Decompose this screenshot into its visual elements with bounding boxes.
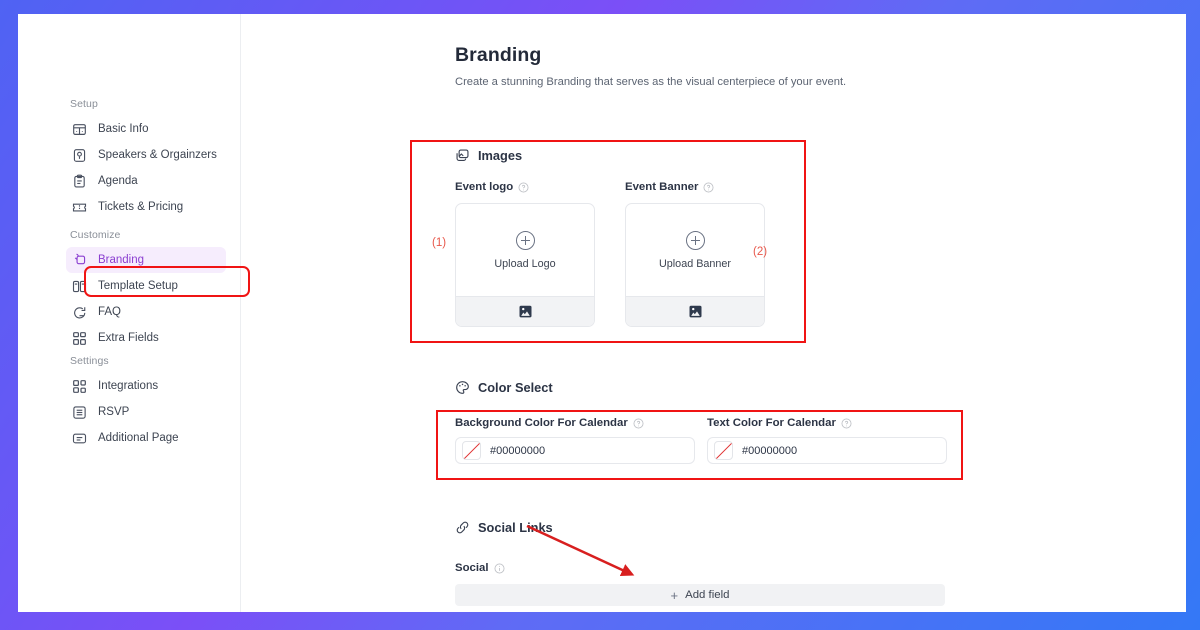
upload-logo-text: Upload Logo — [494, 257, 556, 270]
transparent-swatch-icon[interactable] — [714, 441, 733, 460]
sidebar-group-label-customize: Customize — [70, 229, 121, 241]
color-select-title: Color Select — [478, 380, 553, 395]
ticket-icon — [72, 200, 87, 215]
social-field-label-row: Social — [455, 562, 945, 574]
picture-icon — [689, 305, 701, 318]
text-color-value: #00000000 — [742, 444, 798, 457]
event-logo-group: Event logo Upload Logo — [455, 181, 595, 327]
sidebar-item-integrations[interactable]: Integrations — [66, 373, 226, 399]
background-color-group: Background Color For Calendar #00000000 — [455, 417, 695, 464]
event-banner-label: Event Banner — [625, 181, 699, 193]
background-color-label-row: Background Color For Calendar — [455, 417, 695, 429]
event-banner-label-row: Event Banner — [625, 181, 765, 193]
sidebar-item-label: Speakers & Orgainzers — [98, 149, 217, 161]
help-circle-icon[interactable] — [633, 418, 644, 429]
microphone-box-icon — [72, 148, 87, 163]
help-circle-icon[interactable] — [703, 182, 714, 193]
sidebar-item-label: Template Setup — [98, 280, 178, 292]
app-window: Setup Basic Info Speakers & Orgainzers A… — [18, 14, 1186, 612]
sidebar-item-label: Integrations — [98, 380, 159, 392]
social-links-section: Social Links Social + Add field — [455, 520, 945, 606]
list-box-icon — [72, 405, 87, 420]
background-color-value: #00000000 — [490, 444, 546, 457]
sidebar-group-label-setup: Setup — [70, 98, 98, 110]
sidebar-item-label: FAQ — [98, 306, 122, 318]
additional-page-icon — [72, 431, 87, 446]
text-color-group: Text Color For Calendar #00000000 — [707, 417, 947, 464]
help-circle-icon[interactable] — [518, 182, 529, 193]
sidebar-item-additional-page[interactable]: Additional Page — [66, 425, 226, 451]
event-logo-picker-button[interactable] — [456, 296, 594, 326]
sidebar-item-template-setup[interactable]: Template Setup — [66, 273, 226, 299]
sidebar-item-faq[interactable]: FAQ — [66, 299, 226, 325]
color-fields-row: Background Color For Calendar #00000000 — [455, 417, 947, 464]
clipboard-icon — [72, 174, 87, 189]
screenshot-frame: Setup Basic Info Speakers & Orgainzers A… — [0, 0, 1200, 630]
event-logo-label-row: Event logo — [455, 181, 595, 193]
plus-circle-icon — [515, 230, 535, 250]
template-icon — [72, 279, 87, 294]
extra-fields-icon — [72, 331, 87, 346]
sidebar-item-label: Agenda — [98, 175, 138, 187]
sidebar: Setup Basic Info Speakers & Orgainzers A… — [18, 14, 241, 612]
branding-tag-icon — [72, 253, 87, 268]
sidebar-item-speakers-organizers[interactable]: Speakers & Orgainzers — [66, 142, 226, 168]
event-banner-group: Event Banner Upload Banner — [625, 181, 765, 327]
social-field-label: Social — [455, 562, 489, 574]
page-title: Branding — [455, 44, 542, 66]
picture-icon — [519, 305, 531, 318]
plus-circle-icon — [685, 230, 705, 250]
add-field-label: Add field — [685, 589, 730, 601]
sidebar-item-label: Basic Info — [98, 123, 149, 135]
faq-chat-icon — [72, 305, 87, 320]
sidebar-item-label: Branding — [98, 254, 145, 266]
social-links-title: Social Links — [478, 520, 553, 535]
images-layers-icon — [455, 148, 470, 163]
sidebar-item-extra-fields[interactable]: Extra Fields — [66, 325, 226, 351]
color-select-section: Color Select Background Color For Calend… — [455, 380, 947, 464]
background-color-input[interactable]: #00000000 — [455, 437, 695, 464]
images-upload-row: Event logo Upload Logo Event Banner Uplo… — [455, 181, 765, 327]
transparent-swatch-icon[interactable] — [462, 441, 481, 460]
sidebar-item-rsvp[interactable]: RSVP — [66, 399, 226, 425]
event-banner-picker-button[interactable] — [626, 296, 764, 326]
text-color-label-row: Text Color For Calendar — [707, 417, 947, 429]
integrations-icon — [72, 379, 87, 394]
images-section-heading: Images — [455, 148, 765, 163]
color-select-heading: Color Select — [455, 380, 947, 395]
upload-banner-text: Upload Banner — [658, 257, 732, 270]
images-section: Images Event logo Upload Logo Event Bann… — [455, 148, 765, 327]
text-color-label: Text Color For Calendar — [707, 417, 836, 429]
sidebar-item-branding[interactable]: Branding — [66, 247, 226, 273]
sidebar-item-basic-info[interactable]: Basic Info — [66, 116, 226, 142]
plus-icon: + — [670, 587, 679, 603]
sidebar-group-label-settings: Settings — [70, 355, 109, 367]
link-chain-icon — [455, 520, 470, 535]
info-circle-icon[interactable] — [494, 563, 505, 574]
text-color-input[interactable]: #00000000 — [707, 437, 947, 464]
social-links-heading: Social Links — [455, 520, 945, 535]
event-banner-dropzone[interactable]: Upload Banner — [626, 204, 764, 296]
help-circle-icon[interactable] — [841, 418, 852, 429]
color-palette-icon — [455, 380, 470, 395]
sidebar-item-label: Additional Page — [98, 432, 179, 444]
grid-layout-icon — [72, 122, 87, 137]
sidebar-item-label: Extra Fields — [98, 332, 159, 344]
background-color-label: Background Color For Calendar — [455, 417, 628, 429]
sidebar-item-agenda[interactable]: Agenda — [66, 168, 226, 194]
event-logo-upload-card[interactable]: Upload Logo — [455, 203, 595, 327]
page-subtitle: Create a stunning Branding that serves a… — [455, 76, 847, 88]
sidebar-item-label: Tickets & Pricing — [98, 201, 184, 213]
add-field-button[interactable]: + Add field — [455, 584, 945, 606]
event-banner-upload-card[interactable]: Upload Banner — [625, 203, 765, 327]
sidebar-item-label: RSVP — [98, 406, 130, 418]
event-logo-label: Event logo — [455, 181, 514, 193]
sidebar-item-tickets-pricing[interactable]: Tickets & Pricing — [66, 194, 226, 220]
event-logo-dropzone[interactable]: Upload Logo — [456, 204, 594, 296]
images-section-title: Images — [478, 148, 523, 163]
